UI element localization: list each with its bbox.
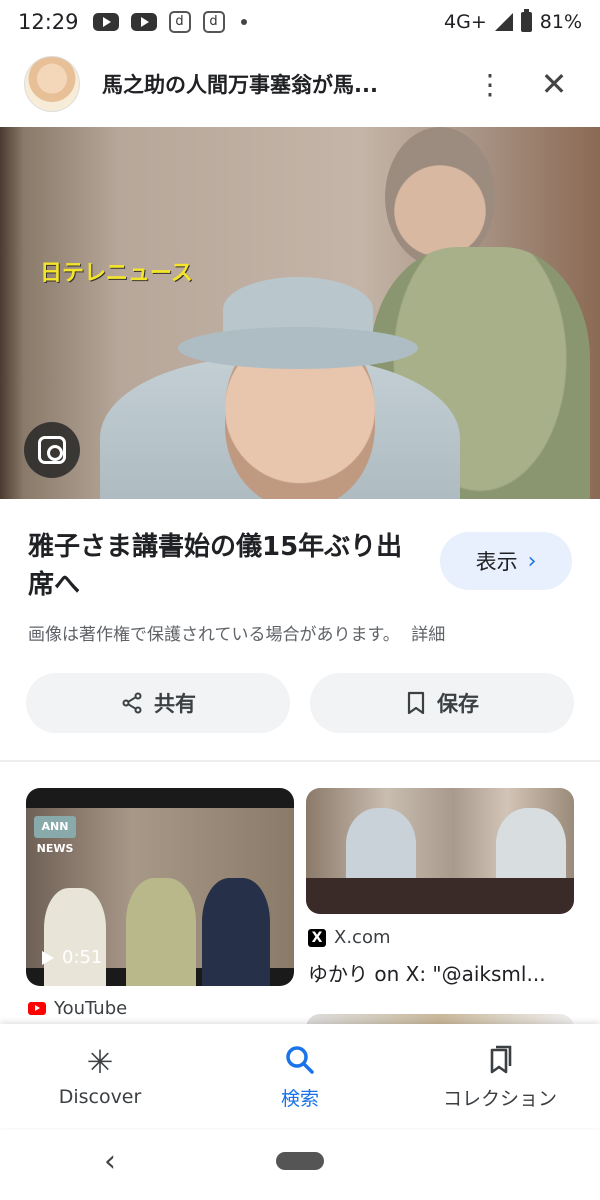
back-icon[interactable]: ‹: [104, 1144, 116, 1179]
share-button[interactable]: 共有: [26, 673, 290, 733]
visit-label: 表示: [475, 550, 518, 574]
news-logo-overlay: 日テレニュース: [40, 261, 193, 286]
home-pill[interactable]: [276, 1152, 324, 1170]
system-navigation-bar: ‹: [0, 1130, 600, 1200]
status-time: 12:29: [18, 10, 79, 34]
more-options-button[interactable]: ⋮: [470, 64, 510, 104]
main-image[interactable]: 日テレニュース: [0, 127, 600, 499]
d-app-icon: d: [168, 11, 191, 33]
d-app-icon: d: [202, 11, 225, 33]
nav-discover[interactable]: ✳ Discover: [0, 1024, 200, 1128]
youtube-icon: [28, 1002, 46, 1015]
related-source-x[interactable]: X X.com: [308, 927, 391, 948]
asterisk-icon: ✳: [86, 1043, 114, 1081]
nav-label: 検索: [280, 1087, 319, 1110]
nav-label: Discover: [58, 1086, 142, 1108]
related-title[interactable]: ゆかり on X: "@aiksml...: [308, 958, 574, 987]
related-image-thumbnail[interactable]: [306, 788, 574, 914]
save-button[interactable]: 保存: [310, 673, 574, 733]
more-vert-icon: ⋮: [476, 67, 504, 101]
share-icon: [122, 692, 142, 714]
lens-search-button[interactable]: [24, 422, 80, 478]
details-link[interactable]: 詳細: [411, 625, 445, 645]
bottom-navigation: ✳ Discover 検索 コレクション: [0, 1024, 600, 1128]
page-header: 馬之助の人間万事塞翁が馬... ⋮ ✕: [0, 52, 600, 116]
notification-icons: d d: [92, 11, 247, 33]
close-button[interactable]: ✕: [532, 62, 576, 106]
system-status: 4G+ 81%: [444, 9, 582, 33]
duration-label: 0:51: [62, 947, 103, 968]
hat: [178, 277, 418, 372]
copyright-notice: 画像は著作権で保護されている場合があります。 詳細: [28, 620, 445, 645]
page-title[interactable]: 馬之助の人間万事塞翁が馬...: [102, 69, 444, 99]
chevron-right-icon: ›: [527, 548, 537, 574]
battery-level: 81%: [539, 11, 582, 33]
save-label: 保存: [437, 692, 479, 716]
bookmark-icon: [407, 691, 425, 715]
signal-icon: [494, 13, 513, 31]
divider: [0, 760, 600, 762]
collections-icon: [490, 1045, 512, 1073]
youtube-icon: [92, 13, 119, 31]
site-favicon: [24, 56, 80, 112]
battery-icon: [520, 9, 532, 32]
result-title: 雅子さま講書始の儀15年ぶり出席へ: [28, 532, 403, 600]
news-badge: ANN NEWS: [34, 816, 76, 855]
visit-button[interactable]: 表示 ›: [440, 532, 572, 590]
share-label: 共有: [154, 692, 196, 716]
related-video-thumbnail[interactable]: ANN NEWS 0:51: [26, 788, 294, 986]
x-logo-icon: X: [308, 928, 326, 947]
close-icon: ✕: [540, 65, 568, 103]
play-icon: [42, 950, 54, 965]
search-icon: [286, 1045, 314, 1074]
nav-label: コレクション: [442, 1087, 557, 1110]
source-label: YouTube: [54, 998, 128, 1019]
nav-collections[interactable]: コレクション: [400, 1024, 600, 1128]
status-bar: 12:29 d d 4G+ 81%: [0, 0, 600, 44]
network-label: 4G+: [444, 11, 487, 33]
more-notifications-icon: [240, 19, 247, 25]
nav-search[interactable]: 検索: [200, 1024, 400, 1128]
background-person-head: [385, 127, 495, 267]
video-duration: 0:51: [42, 947, 102, 968]
lens-icon: [38, 436, 66, 464]
youtube-icon: [130, 13, 157, 31]
source-label: X.com: [334, 927, 391, 948]
related-source-youtube[interactable]: YouTube: [28, 998, 127, 1019]
copyright-text: 画像は著作権で保護されている場合があります。: [28, 625, 400, 645]
